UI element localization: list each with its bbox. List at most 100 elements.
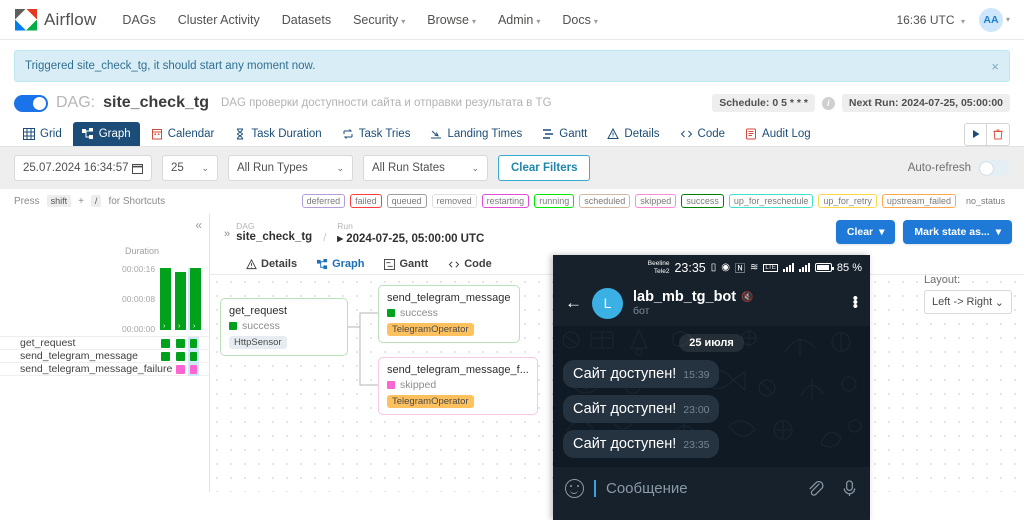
tab-grid[interactable]: Grid (14, 122, 71, 146)
run-type-select[interactable]: All Run Types ⌄ (228, 155, 353, 181)
graph-node-send-telegram-message[interactable]: send_telegram_message success TelegramOp… (378, 285, 520, 343)
run-square-cell-selected[interactable] (188, 362, 199, 376)
clear-button[interactable]: Clear ▾ (835, 220, 896, 244)
nav-item-security[interactable]: Security ▾ (353, 13, 405, 27)
timezone-selector[interactable]: 16:36 UTC ▾ (896, 13, 965, 27)
table-row[interactable]: get_request (0, 336, 209, 350)
brand-name: Airflow (44, 9, 97, 29)
attachment-icon[interactable] (806, 479, 825, 498)
chevron-down-icon: ▾ (593, 16, 598, 26)
legend-failed[interactable]: failed (350, 194, 382, 208)
tab-task-tries[interactable]: Task Tries (333, 122, 420, 146)
shortcut-suffix: for Shortcuts (108, 195, 166, 207)
legend-running[interactable]: running (534, 194, 575, 208)
table-row[interactable]: send_telegram_message (0, 349, 209, 363)
legend-queued[interactable]: queued (386, 194, 427, 208)
message-bubble[interactable]: Сайт доступен! 15:39 (563, 360, 719, 388)
delete-dag-button[interactable] (987, 122, 1010, 146)
graph-node-send-telegram-message-failure[interactable]: send_telegram_message_f... skipped Teleg… (378, 357, 538, 415)
legend-up-for-reschedule[interactable]: up_for_reschedule (728, 194, 814, 208)
run-square-cell[interactable] (175, 351, 186, 361)
legend-no-status[interactable]: no_status (960, 194, 1010, 208)
breadcrumb-dag-caption: DAG (236, 221, 255, 231)
back-icon[interactable]: ← (565, 293, 582, 313)
legend-scheduled[interactable]: scheduled (579, 194, 631, 208)
layout-control: Layout: Left -> Right ⌄ (924, 274, 1012, 314)
run-square-cell[interactable] (160, 351, 171, 361)
trash-icon (993, 129, 1003, 139)
message-bubble[interactable]: Сайт доступен! 23:00 (563, 395, 719, 423)
run-square-cell-selected[interactable] (188, 336, 199, 350)
chat-title-block[interactable]: lab_mb_tg_bot 🔇 бот (633, 289, 754, 317)
breadcrumb-run[interactable]: Run ▸ 2024-07-25, 05:00:00 UTC (337, 221, 484, 245)
node-operator-badge: HttpSensor (229, 336, 287, 349)
run-count-select[interactable]: 25 ⌄ (162, 155, 218, 181)
battery-percent: 85 % (836, 261, 862, 274)
user-menu[interactable]: AA ▾ (978, 7, 1010, 32)
expand-panel-icon[interactable]: » (224, 228, 230, 240)
run-square-cell[interactable] (160, 338, 171, 348)
nav-item-browse[interactable]: Browse ▾ (427, 13, 476, 27)
duration-bar-column[interactable] (175, 272, 186, 330)
microphone-icon[interactable] (841, 479, 858, 498)
emoji-icon[interactable] (565, 479, 584, 498)
clear-filters-button[interactable]: Clear Filters (498, 155, 591, 181)
legend-restarting[interactable]: restarting (481, 194, 530, 208)
subtab-label: Code (464, 258, 492, 270)
run-square-cell-selected[interactable] (188, 349, 199, 363)
table-row[interactable]: send_telegram_message_failure (0, 362, 209, 376)
chevron-down-icon: ▾ (536, 16, 541, 26)
tab-task-duration[interactable]: Task Duration (225, 122, 330, 146)
breadcrumb-dag[interactable]: DAG site_check_tg (236, 221, 312, 243)
duration-chart: Duration 00:00:16 00:00:08 00:00:00 (0, 214, 209, 336)
graph-node-get-request[interactable]: get_request success HttpSensor (220, 298, 348, 356)
page-title: site_check_tg (103, 94, 209, 111)
execution-date-input[interactable]: 25.07.2024 16:34:57 (14, 155, 152, 181)
nav-item-dags[interactable]: DAGs (122, 13, 155, 27)
chevron-down-icon: ⌄ (471, 162, 479, 173)
tab-audit-log[interactable]: Audit Log (736, 122, 820, 146)
nav-item-datasets[interactable]: Datasets (282, 13, 331, 27)
trigger-dag-button[interactable] (964, 122, 987, 146)
legend-upstream-failed[interactable]: upstream_failed (881, 194, 956, 208)
dag-header-right: Schedule: 0 5 * * * i Next Run: 2024-07-… (712, 94, 1010, 112)
layout-select[interactable]: Left -> Right ⌄ (924, 290, 1012, 314)
auto-refresh-toggle[interactable] (978, 160, 1010, 176)
grid-panel: « Duration 00:00:16 00:00:08 00:00:00 ge… (0, 214, 210, 492)
duration-bar-column-selected[interactable] (188, 268, 201, 330)
legend-removed[interactable]: removed (431, 194, 477, 208)
dag-pause-toggle[interactable] (14, 94, 48, 112)
nav-item-cluster-activity[interactable]: Cluster Activity (178, 13, 260, 27)
legend-success[interactable]: success (681, 194, 724, 208)
brand-logo[interactable]: Airflow (14, 8, 96, 32)
mark-state-button[interactable]: Mark state as... ▾ (903, 220, 1012, 244)
run-square-cell[interactable] (175, 338, 186, 348)
duration-bar-column[interactable] (160, 268, 171, 330)
close-icon[interactable]: × (991, 59, 999, 74)
run-square-cell[interactable] (160, 365, 171, 374)
chat-avatar[interactable]: L (592, 287, 623, 319)
tab-code[interactable]: Code (671, 122, 735, 146)
nav-links: DAGs Cluster Activity Datasets Security ▾… (122, 13, 597, 27)
tab-calendar[interactable]: Calendar (142, 122, 224, 146)
run-squares (160, 362, 199, 376)
tab-details[interactable]: Details (598, 122, 668, 146)
info-icon[interactable]: i (821, 96, 835, 110)
legend-deferred[interactable]: deferred (301, 194, 346, 208)
legend-up-for-retry[interactable]: up_for_retry (818, 194, 877, 208)
nav-item-docs[interactable]: Docs ▾ (562, 13, 598, 27)
wifi-icon: ≋ (749, 262, 759, 273)
overflow-menu-icon[interactable]: • • • (853, 291, 858, 314)
legend-skipped[interactable]: skipped (635, 194, 677, 208)
message-input[interactable]: Сообщение (606, 480, 688, 497)
tab-gantt[interactable]: Gantt (533, 122, 596, 146)
run-state-select[interactable]: All Run States ⌄ (363, 155, 488, 181)
tab-graph[interactable]: Graph (72, 122, 140, 146)
nav-item-admin[interactable]: Admin ▾ (498, 13, 540, 27)
hourglass-icon (237, 128, 244, 140)
node-title: send_telegram_message_f... (387, 364, 529, 376)
message-bubble[interactable]: Сайт доступен! 23:35 (563, 430, 719, 458)
node-title: get_request (229, 305, 288, 317)
tab-landing-times[interactable]: Landing Times (421, 122, 531, 146)
run-square-cell[interactable] (175, 364, 186, 374)
